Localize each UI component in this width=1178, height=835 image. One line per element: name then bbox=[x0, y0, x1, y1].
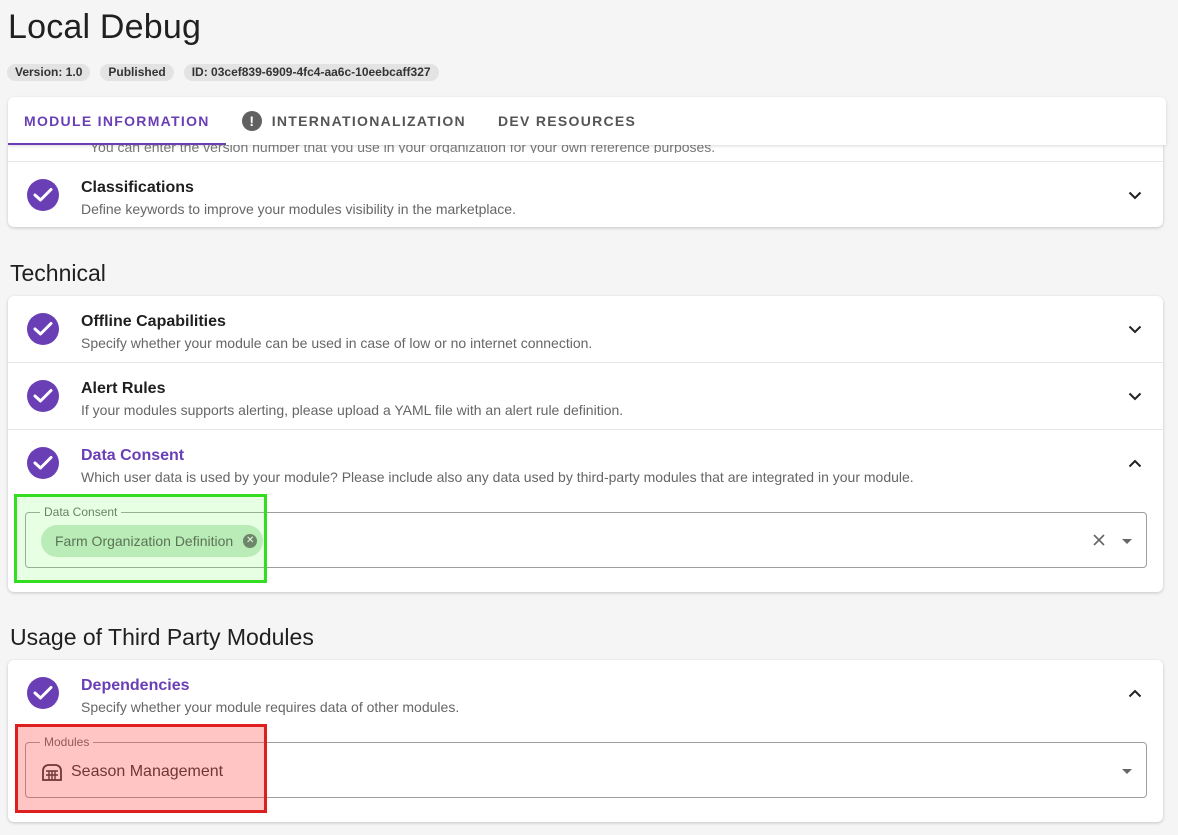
clear-icon[interactable] bbox=[1092, 533, 1106, 547]
row-data-consent[interactable]: Data Consent Which user data is used by … bbox=[8, 430, 1163, 592]
module-meta-chips: Version: 1.0 Published ID: 03cef839-6909… bbox=[7, 64, 439, 81]
dropdown-arrow-icon[interactable] bbox=[1122, 539, 1132, 544]
general-card: You can enter the version number that yo… bbox=[8, 143, 1163, 227]
row-offline-capabilities[interactable]: Offline Capabilities Specify whether you… bbox=[8, 296, 1163, 363]
tab-bar: Module Information ! Internationalizatio… bbox=[8, 97, 1166, 145]
id-chip: ID: 03cef839-6909-4fc4-aa6c-10eebcaff327 bbox=[183, 64, 439, 81]
check-icon bbox=[27, 179, 59, 211]
field-label: Data Consent bbox=[40, 505, 122, 519]
chevron-up-icon[interactable] bbox=[1127, 685, 1143, 701]
check-icon bbox=[27, 380, 59, 412]
dropdown-arrow-icon[interactable] bbox=[1122, 769, 1132, 774]
chip-remove-icon[interactable]: ✕ bbox=[243, 534, 258, 548]
technical-card: Offline Capabilities Specify whether you… bbox=[8, 296, 1163, 592]
modules-select[interactable]: Modules Season Management bbox=[25, 735, 1147, 798]
data-consent-select[interactable]: Data Consent Farm Organization Definitio… bbox=[25, 505, 1147, 568]
chip-label: Farm Organization Definition bbox=[55, 533, 234, 549]
chevron-down-icon[interactable] bbox=[1127, 321, 1143, 337]
status-chip: Published bbox=[100, 64, 174, 81]
row-alert-rules[interactable]: Alert Rules If your modules supports ale… bbox=[8, 363, 1163, 430]
chevron-up-icon[interactable] bbox=[1127, 455, 1143, 471]
warning-icon: ! bbox=[241, 111, 262, 131]
row-description: Specify whether your module can be used … bbox=[81, 335, 593, 351]
tab-dev-resources[interactable]: Dev Resources bbox=[482, 97, 652, 145]
row-title: Alert Rules bbox=[81, 380, 166, 397]
row-description: Specify whether your module requires dat… bbox=[81, 699, 460, 715]
row-title: Offline Capabilities bbox=[81, 313, 226, 330]
tab-label: Module Information bbox=[24, 113, 210, 129]
chevron-down-icon[interactable] bbox=[1127, 388, 1143, 404]
check-icon bbox=[27, 313, 59, 345]
row-classifications[interactable]: Classifications Define keywords to impro… bbox=[8, 161, 1163, 227]
tab-label: Internationalization bbox=[271, 113, 466, 129]
row-description: Define keywords to improve your modules … bbox=[81, 201, 516, 217]
page-title: Local Debug bbox=[8, 8, 202, 46]
check-icon bbox=[27, 447, 59, 479]
chevron-down-icon[interactable] bbox=[1127, 187, 1143, 203]
module-icon bbox=[41, 762, 63, 782]
selected-module: Season Management bbox=[71, 763, 224, 780]
selected-chip[interactable]: Farm Organization Definition ✕ bbox=[41, 525, 264, 557]
tab-internationalization[interactable]: ! Internationalization bbox=[226, 97, 482, 145]
row-description: If your modules supports alerting, pleas… bbox=[81, 402, 624, 418]
third-party-card: Dependencies Specify whether your module… bbox=[8, 660, 1163, 822]
section-title-third-party: Usage of Third Party Modules bbox=[10, 624, 314, 650]
tab-module-information[interactable]: Module Information bbox=[8, 97, 226, 145]
row-title: Dependencies bbox=[81, 677, 190, 694]
row-title: Data Consent bbox=[81, 447, 185, 464]
row-dependencies[interactable]: Dependencies Specify whether your module… bbox=[8, 660, 1163, 822]
section-title-technical: Technical bbox=[10, 260, 106, 286]
row-description: Which user data is used by your module? … bbox=[81, 469, 914, 485]
check-icon bbox=[27, 677, 59, 709]
row-title: Classifications bbox=[81, 179, 194, 196]
field-label: Modules bbox=[40, 735, 94, 749]
version-chip: Version: 1.0 bbox=[7, 64, 91, 81]
tab-label: Dev Resources bbox=[497, 113, 637, 129]
